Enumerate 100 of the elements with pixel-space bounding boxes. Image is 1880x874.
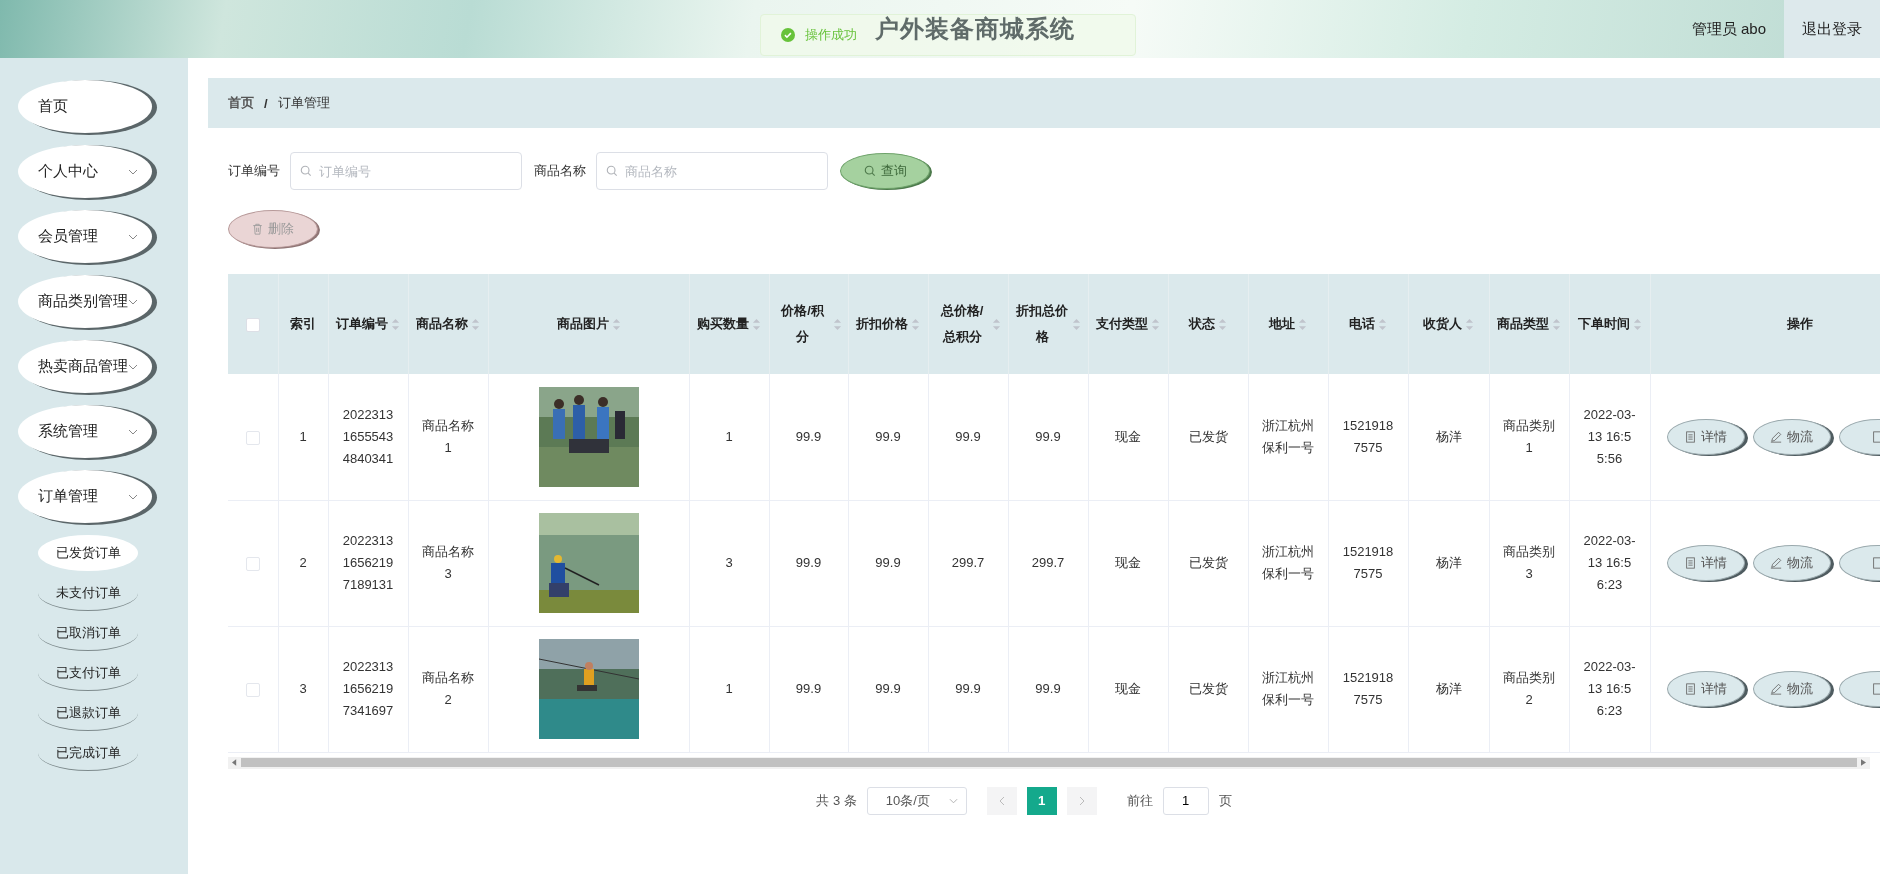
check-circle-icon xyxy=(781,28,795,42)
sort-icon[interactable] xyxy=(1072,317,1081,331)
document-icon xyxy=(1872,430,1880,443)
submenu-item[interactable]: 已完成订单 xyxy=(38,735,138,771)
sort-icon[interactable] xyxy=(1378,317,1387,331)
sort-icon[interactable] xyxy=(992,317,1001,331)
table-cell-text: 1 xyxy=(299,427,307,446)
table-cell-text: 已发货 xyxy=(1188,554,1228,572)
chevron-icon xyxy=(128,428,138,435)
breadcrumb-separator: / xyxy=(264,95,268,111)
logistics-button[interactable]: 物流 xyxy=(1752,418,1831,455)
table-cell-text: 1 xyxy=(725,427,733,446)
logout-button[interactable]: 退出登录 xyxy=(1784,0,1880,58)
sort-icon[interactable] xyxy=(391,317,400,331)
breadcrumb-link[interactable]: 订单管理 xyxy=(277,94,330,112)
submenu-item[interactable]: 已发货订单 xyxy=(38,535,138,571)
page-size-select[interactable]: 10条/页 xyxy=(866,786,967,815)
table-cell-text: 3 xyxy=(725,554,733,572)
detail-button[interactable]: 详情 xyxy=(1666,671,1745,707)
pencil-icon xyxy=(1770,683,1782,695)
user-name: 管理员 abo xyxy=(1691,19,1766,39)
column-header[interactable]: 电话 xyxy=(1349,311,1375,337)
column-header[interactable]: 折扣价格 xyxy=(856,311,908,337)
table-cell-text: 商品名称2 xyxy=(421,669,475,709)
column-header[interactable]: 支付类型 xyxy=(1096,311,1148,337)
pencil-icon xyxy=(1770,430,1782,443)
sort-icon[interactable] xyxy=(1552,317,1561,331)
table-cell-text: 商品类别2 xyxy=(1502,669,1556,709)
page-unit: 页 xyxy=(1218,791,1232,810)
sort-icon[interactable] xyxy=(832,317,842,331)
breadcrumb-link[interactable]: 首页 xyxy=(228,94,254,112)
submenu-item[interactable]: 已退款订单 xyxy=(38,695,138,731)
column-header[interactable]: 商品类型 xyxy=(1497,311,1549,337)
search-field[interactable]: 商品名称 xyxy=(596,152,828,190)
chevron-icon xyxy=(128,363,138,370)
submenu-item[interactable]: 未支付订单 xyxy=(38,575,138,611)
row-checkbox[interactable] xyxy=(245,556,260,571)
table-cell-text: 2022-03-13 16:55:56 xyxy=(1583,405,1636,468)
column-header[interactable]: 购买数量 xyxy=(697,311,749,337)
table-cell-text: 99.9 xyxy=(875,554,901,572)
scroll-right-icon[interactable] xyxy=(1861,759,1866,766)
column-header[interactable]: 下单时间 xyxy=(1577,311,1630,337)
table-cell-text: 15219187575 xyxy=(1341,416,1395,457)
table-cell-text: 2022-03-13 16:56:23 xyxy=(1583,658,1636,720)
scroll-left-icon[interactable] xyxy=(232,759,237,766)
field-label: 订单编号 xyxy=(228,162,280,180)
table-cell-text: 现金 xyxy=(1115,427,1141,446)
sort-icon[interactable] xyxy=(752,317,761,331)
row-checkbox[interactable] xyxy=(245,682,260,697)
search-icon xyxy=(863,165,876,177)
table-cell-text: 商品名称3 xyxy=(421,543,475,583)
table-cell-text: 2022-03-13 16:56:23 xyxy=(1583,532,1636,594)
table-cell-text: 2 xyxy=(299,554,307,572)
document-icon xyxy=(1684,430,1696,443)
document-icon xyxy=(1684,683,1696,695)
next-page-button[interactable] xyxy=(1066,786,1097,815)
sort-icon[interactable] xyxy=(471,317,480,331)
column-header: 索引 xyxy=(290,315,316,333)
toast-message: 操作成功 xyxy=(805,26,857,44)
document-icon xyxy=(1872,683,1880,695)
row-checkbox[interactable] xyxy=(245,430,260,445)
search-field[interactable]: 订单编号 xyxy=(290,152,522,190)
query-button[interactable]: 查询 xyxy=(840,153,930,189)
sort-icon[interactable] xyxy=(1298,317,1307,331)
column-header[interactable]: 收货人 xyxy=(1423,311,1462,337)
logistics-button[interactable]: 物流 xyxy=(1752,671,1831,707)
logistics-button[interactable]: 物流 xyxy=(1752,545,1831,581)
previous-page-button[interactable] xyxy=(986,786,1017,815)
sort-icon[interactable] xyxy=(611,317,621,331)
sort-icon[interactable] xyxy=(911,317,920,331)
table-cell-text: 202231316555434840341 xyxy=(341,405,395,468)
table-cell-text: 3 xyxy=(299,680,307,698)
detail-button[interactable]: 详情 xyxy=(1666,418,1745,455)
site-title: 户外装备商城系统 xyxy=(875,14,1075,44)
sort-icon[interactable] xyxy=(1151,317,1160,331)
table-cell-text: 99.9 xyxy=(795,427,822,446)
chevron-icon xyxy=(128,168,138,175)
detail-button[interactable]: 详情 xyxy=(1666,545,1745,581)
page-input[interactable]: 1 xyxy=(1162,786,1209,815)
submenu-item[interactable]: 已支付订单 xyxy=(38,655,138,691)
table-cell-text: 杨洋 xyxy=(1435,427,1462,446)
table-cell-text: 202231316562197189131 xyxy=(341,532,395,594)
column-header[interactable]: 商品名称 xyxy=(416,311,468,337)
column-header[interactable]: 地址 xyxy=(1269,311,1295,337)
column-header[interactable]: 商品图片 xyxy=(556,311,609,337)
chevron-left-icon xyxy=(998,795,1005,806)
sort-icon[interactable] xyxy=(1218,317,1227,331)
table-cell-text: 99.9 xyxy=(875,680,901,698)
table-cell-text: 浙江杭州保利一号 xyxy=(1261,416,1315,457)
submenu-item[interactable]: 已取消订单 xyxy=(38,615,138,651)
sort-icon[interactable] xyxy=(1465,317,1474,331)
horizontal-scrollbar[interactable] xyxy=(228,756,1870,769)
chevron-icon xyxy=(128,493,138,500)
column-header[interactable]: 订单编号 xyxy=(336,311,388,337)
select-all-checkbox[interactable] xyxy=(245,317,260,332)
column-header[interactable]: 状态 xyxy=(1189,311,1215,337)
table-cell-text: 杨洋 xyxy=(1435,554,1462,572)
sort-icon[interactable] xyxy=(1632,317,1642,331)
chevron-icon xyxy=(128,233,138,240)
table-cell-text: 15219187575 xyxy=(1341,669,1395,709)
